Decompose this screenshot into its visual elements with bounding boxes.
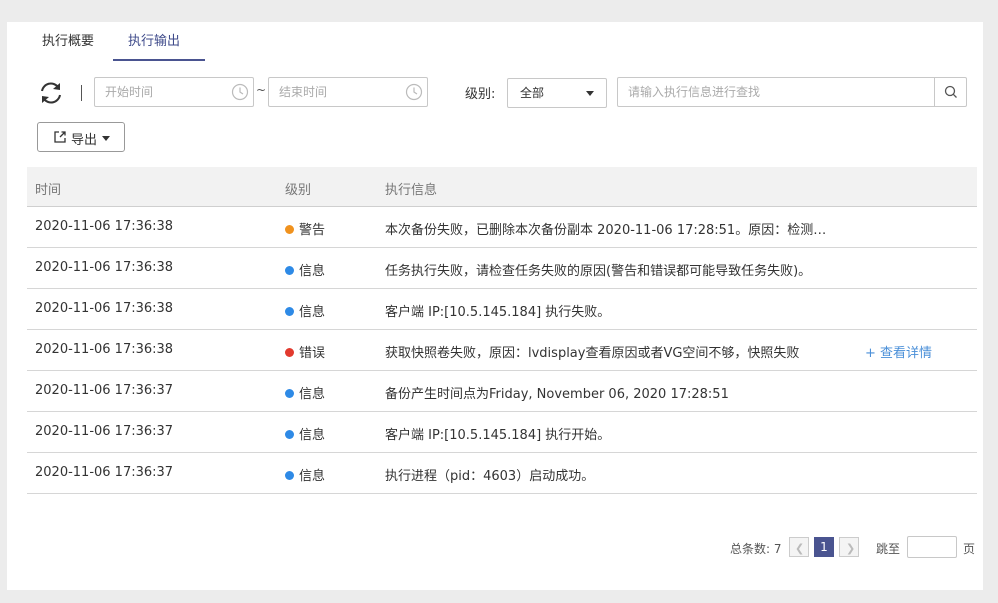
level-dot	[285, 225, 294, 234]
header-message: 执行信息	[385, 183, 438, 198]
export-label: 导出	[71, 133, 98, 148]
table-header: 时间 级别 执行信息	[27, 167, 977, 207]
start-time-input[interactable]: 开始时间	[94, 77, 254, 107]
end-time-placeholder: 结束时间	[279, 85, 328, 99]
export-button[interactable]: 导出	[37, 122, 125, 152]
clock-icon	[231, 83, 249, 101]
row-message: 客户端 IP:[10.5.145.184] 执行失败。	[385, 305, 611, 320]
row-time: 2020-11-06 17:36:37	[35, 383, 174, 398]
chevron-left-icon: ❮	[795, 542, 805, 555]
row-message: 本次备份失败，已删除本次备份副本 2020-11-06 17:28:51。原因：…	[385, 223, 827, 238]
refresh-icon[interactable]	[37, 79, 65, 107]
tab-execution-output[interactable]: 执行输出	[128, 32, 180, 60]
level-select[interactable]: 全部	[507, 78, 607, 108]
log-table: 时间 级别 执行信息 2020-11-06 17:36:38 警告 本次备份失败…	[27, 167, 977, 494]
active-tab-indicator	[113, 59, 205, 61]
level-dot	[285, 266, 294, 275]
next-page-button[interactable]: ❯	[839, 537, 859, 557]
row-time: 2020-11-06 17:36:38	[35, 219, 174, 234]
chevron-right-icon: ❯	[846, 542, 856, 555]
table-row: 2020-11-06 17:36:38 信息 任务执行失败，请检查任务失败的原因…	[27, 248, 977, 289]
table-row: 2020-11-06 17:36:38 信息 客户端 IP:[10.5.145.…	[27, 289, 977, 330]
date-range-separator: ~	[256, 83, 267, 97]
level-select-value: 全部	[520, 86, 545, 100]
level-dot	[285, 430, 294, 439]
row-level-text: 信息	[299, 428, 326, 443]
search-input[interactable]	[618, 78, 934, 106]
row-level: 错误	[285, 342, 325, 361]
row-level-text: 信息	[299, 264, 326, 279]
clock-icon	[405, 83, 423, 101]
row-message: 执行进程（pid：4603）启动成功。	[385, 469, 595, 484]
row-level: 信息	[285, 424, 325, 443]
prev-page-button[interactable]: ❮	[789, 537, 809, 557]
tab-execution-summary[interactable]: 执行概要	[42, 32, 94, 60]
search-icon	[944, 85, 957, 98]
row-level-text: 信息	[299, 305, 326, 320]
pagination-total: 总条数: 7	[730, 542, 782, 556]
row-time: 2020-11-06 17:36:38	[35, 260, 174, 275]
row-time: 2020-11-06 17:36:38	[35, 301, 174, 316]
end-time-input[interactable]: 结束时间	[268, 77, 428, 107]
row-level-text: 错误	[299, 346, 326, 361]
row-level: 信息	[285, 383, 325, 402]
level-dot	[285, 471, 294, 480]
row-time: 2020-11-06 17:36:37	[35, 465, 174, 480]
level-dot	[285, 348, 294, 357]
row-level: 信息	[285, 465, 325, 484]
jump-to-label: 跳至	[876, 542, 901, 556]
header-time: 时间	[35, 183, 62, 198]
row-message: 备份产生时间点为Friday, November 06, 2020 17:28:…	[385, 387, 729, 402]
table-row: 2020-11-06 17:36:37 信息 执行进程（pid：4603）启动成…	[27, 453, 977, 494]
table-row: 2020-11-06 17:36:38 错误 获取快照卷失败，原因：lvdisp…	[27, 330, 977, 371]
start-time-placeholder: 开始时间	[105, 85, 154, 99]
view-details-link[interactable]: + 查看详情	[865, 342, 932, 361]
row-message: 客户端 IP:[10.5.145.184] 执行开始。	[385, 428, 611, 443]
header-level: 级别	[285, 183, 312, 198]
level-filter-label: 级别:	[465, 87, 496, 102]
row-message: 任务执行失败，请检查任务失败的原因(警告和错误都可能导致任务失败)。	[385, 264, 812, 279]
current-page[interactable]: 1	[814, 537, 834, 557]
level-dot	[285, 389, 294, 398]
row-level: 警告	[285, 219, 325, 238]
jump-page-input[interactable]	[907, 536, 957, 558]
row-level: 信息	[285, 260, 325, 279]
row-time: 2020-11-06 17:36:38	[35, 342, 174, 357]
page-unit-label: 页	[963, 542, 976, 556]
table-row: 2020-11-06 17:36:37 信息 备份产生时间点为Friday, N…	[27, 371, 977, 412]
search-box	[617, 77, 967, 107]
export-icon	[53, 130, 67, 148]
level-dot	[285, 307, 294, 316]
row-time: 2020-11-06 17:36:37	[35, 424, 174, 439]
row-level-text: 信息	[299, 387, 326, 402]
row-level-text: 信息	[299, 469, 326, 484]
row-message: 获取快照卷失败，原因：lvdisplay查看原因或者VG空间不够，快照失败	[385, 346, 800, 361]
row-level: 信息	[285, 301, 325, 320]
execution-panel: 执行概要 执行输出 开始时间 ~ 结束时间 级别: 全部 请输入执行信息进行查找…	[7, 22, 983, 590]
caret-down-icon	[586, 91, 594, 96]
row-level-text: 警告	[299, 223, 326, 238]
caret-down-icon	[102, 136, 110, 141]
table-row: 2020-11-06 17:36:37 信息 客户端 IP:[10.5.145.…	[27, 412, 977, 453]
search-button[interactable]	[934, 78, 966, 106]
table-row: 2020-11-06 17:36:38 警告 本次备份失败，已删除本次备份副本 …	[27, 207, 977, 248]
toolbar-divider	[81, 85, 82, 101]
